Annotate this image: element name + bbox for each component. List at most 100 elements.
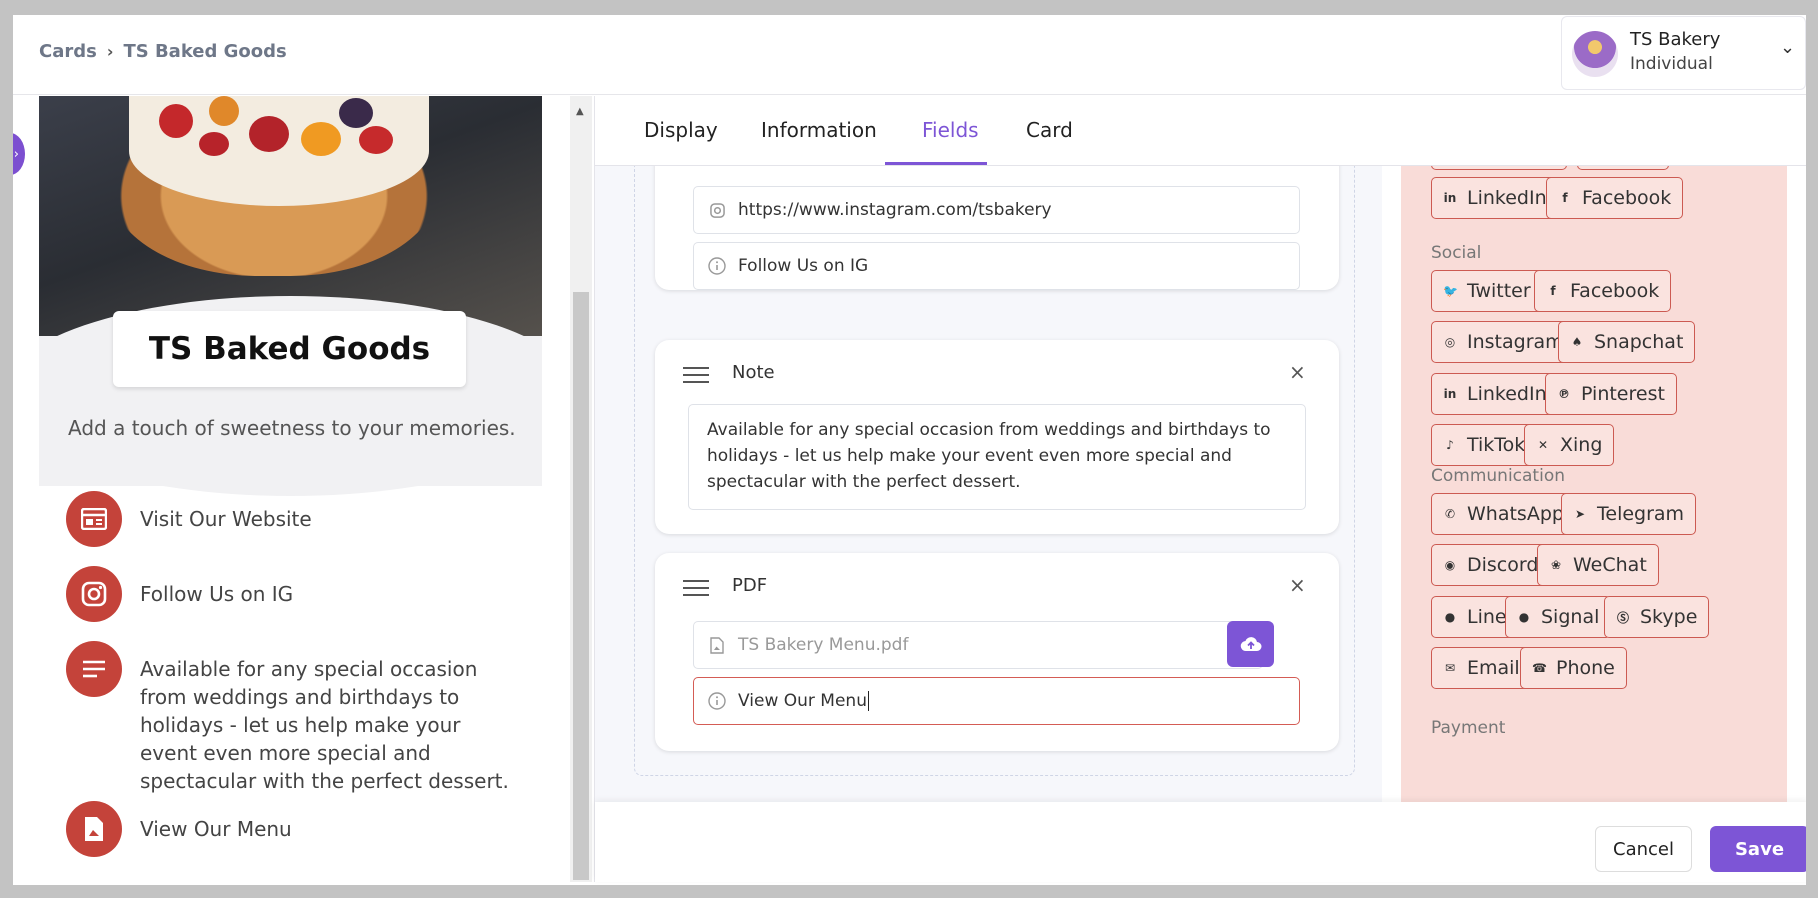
- editor-panel: Display Information Fields Card https://…: [594, 96, 1806, 882]
- chip-facebook[interactable]: f Facebook: [1546, 177, 1684, 219]
- chip-pinterest[interactable]: ℗ Pinterest: [1545, 373, 1677, 415]
- facebook-icon: f: [1550, 284, 1556, 298]
- card-preview: TS Baked Goods Add a touch of sweetness …: [39, 96, 542, 882]
- card-tagline: Add a touch of sweetness to your memorie…: [68, 416, 516, 440]
- instagram-label-value: Follow Us on IG: [738, 256, 869, 276]
- field-palette: in LinkedIn f Facebook Social 🐦 Twitter f Fa…: [1401, 166, 1787, 802]
- chip-whatsapp[interactable]: ✆ WhatsApp: [1431, 493, 1576, 535]
- breadcrumb-separator-icon: ›: [106, 42, 114, 61]
- linkedin-icon: in: [1443, 387, 1457, 401]
- email-icon: ✉: [1444, 661, 1456, 675]
- preview-scrollbar[interactable]: ▲: [570, 96, 592, 882]
- linkedin-icon: in: [1443, 191, 1457, 205]
- chip-instagram[interactable]: ◎ Instagram: [1431, 321, 1576, 363]
- instagram-url-field[interactable]: https://www.instagram.com/tsbakery: [693, 186, 1300, 234]
- close-icon[interactable]: ×: [1289, 573, 1306, 597]
- cloud-upload-icon: [1240, 637, 1261, 652]
- field-card-pdf: PDF × TS Bakery Menu.pdf View Our Menu: [655, 553, 1339, 751]
- cancel-button[interactable]: Cancel: [1595, 826, 1692, 872]
- fields-list: https://www.instagram.com/tsbakery Follo…: [595, 136, 1382, 802]
- chip-telegram[interactable]: ➤ Telegram: [1561, 493, 1697, 535]
- chip-skype[interactable]: Ⓢ Skype: [1604, 596, 1710, 638]
- chip-wechat[interactable]: ❀ WeChat: [1537, 544, 1659, 586]
- preview-link-instagram[interactable]: Follow Us on IG: [66, 566, 510, 622]
- scroll-up-icon[interactable]: ▲: [576, 106, 584, 117]
- info-icon: [708, 692, 726, 710]
- upload-button[interactable]: [1227, 621, 1274, 667]
- discord-icon: ◉: [1444, 558, 1456, 572]
- pdf-field-title: PDF: [732, 575, 768, 596]
- chevron-down-icon: ⌄: [1780, 37, 1796, 58]
- xing-icon: ✕: [1537, 438, 1549, 452]
- chip-discord[interactable]: ◉ Discord: [1431, 544, 1551, 586]
- tiktok-icon: ♪: [1446, 438, 1454, 452]
- skype-icon: Ⓢ: [1616, 610, 1629, 625]
- instagram-icon: ◎: [1444, 335, 1456, 349]
- chip-twitter[interactable]: 🐦 Twitter: [1431, 270, 1543, 312]
- pinterest-icon: ℗: [1558, 387, 1570, 401]
- wechat-icon: ❀: [1550, 558, 1562, 572]
- section-social: Social: [1431, 243, 1482, 263]
- file-icon: [708, 636, 726, 654]
- pdf-label-value: View Our Menu: [738, 691, 867, 711]
- instagram-url-value: https://www.instagram.com/tsbakery: [738, 200, 1052, 220]
- info-icon: [708, 257, 726, 275]
- chip-phone[interactable]: ☎ Phone: [1520, 647, 1627, 689]
- whatsapp-icon: ✆: [1444, 507, 1456, 521]
- chip-linkedin[interactable]: in LinkedIn: [1431, 373, 1559, 415]
- preview-link-label: Visit Our Website: [140, 507, 312, 531]
- account-type: Individual: [1630, 54, 1713, 74]
- chip-signal[interactable]: ● Signal: [1505, 596, 1612, 638]
- instagram-label-field[interactable]: Follow Us on IG: [693, 242, 1300, 290]
- phone-icon: ☎: [1532, 661, 1547, 675]
- snapchat-icon: ♠: [1571, 335, 1583, 349]
- account-switcher[interactable]: TS Bakery Individual ⌄: [1561, 16, 1806, 90]
- chip-snapchat[interactable]: ♠ Snapchat: [1558, 321, 1696, 363]
- section-payment: Payment: [1431, 718, 1506, 738]
- chip-email[interactable]: ✉ Email: [1431, 647, 1532, 689]
- pdf-icon: [66, 801, 122, 857]
- pdf-file-name: TS Bakery Menu.pdf: [738, 635, 909, 655]
- save-button[interactable]: Save: [1710, 826, 1806, 872]
- active-tab-indicator: [885, 162, 987, 165]
- drag-handle-icon[interactable]: [683, 367, 709, 385]
- tab-card[interactable]: Card: [1026, 118, 1073, 142]
- twitter-icon: 🐦: [1443, 284, 1458, 298]
- editor-footer: Cancel Save: [595, 802, 1806, 882]
- preview-link-note[interactable]: Available for any special occasion from …: [66, 641, 510, 795]
- editor-tabs: Display Information Fields Card: [595, 96, 1806, 166]
- chip-xing[interactable]: ✕ Xing: [1524, 424, 1615, 466]
- preview-link-label: Available for any special occasion from …: [140, 657, 509, 793]
- pdf-file-field[interactable]: TS Bakery Menu.pdf: [693, 621, 1263, 669]
- chip-linkedin[interactable]: in LinkedIn: [1431, 177, 1559, 219]
- instagram-icon: [708, 201, 726, 219]
- pdf-label-field[interactable]: View Our Menu: [693, 677, 1300, 725]
- note-textarea[interactable]: Available for any special occasion from …: [688, 404, 1306, 510]
- card-title: TS Baked Goods: [113, 311, 466, 387]
- close-icon[interactable]: ×: [1289, 360, 1306, 384]
- breadcrumb-cards[interactable]: Cards: [39, 41, 97, 62]
- avatar: [1572, 31, 1618, 77]
- field-card-note: Note × Available for any special occasio…: [655, 340, 1339, 534]
- preview-link-pdf[interactable]: View Our Menu: [66, 801, 510, 857]
- top-header: Cards › TS Baked Goods TS Bakery Individ…: [13, 15, 1806, 95]
- chip-tiktok[interactable]: ♪ TikTok: [1431, 424, 1538, 466]
- account-name: TS Bakery: [1630, 29, 1721, 50]
- instagram-icon: [66, 566, 122, 622]
- tab-display[interactable]: Display: [644, 118, 718, 142]
- signal-icon: ●: [1518, 610, 1530, 624]
- line-icon: ●: [1444, 610, 1456, 624]
- tab-fields[interactable]: Fields: [922, 118, 979, 142]
- tab-information[interactable]: Information: [761, 118, 877, 142]
- expand-toggle-icon[interactable]: ›: [13, 133, 25, 175]
- preview-link-website[interactable]: Visit Our Website: [66, 491, 510, 547]
- preview-link-label: View Our Menu: [140, 817, 292, 841]
- telegram-icon: ➤: [1574, 507, 1586, 521]
- chip-facebook[interactable]: f Facebook: [1534, 270, 1672, 312]
- scrollbar-thumb[interactable]: [573, 292, 589, 880]
- note-field-title: Note: [732, 362, 775, 383]
- app-window: Cards › TS Baked Goods TS Bakery Individ…: [13, 15, 1806, 885]
- drag-handle-icon[interactable]: [683, 580, 709, 598]
- website-icon: [66, 491, 122, 547]
- section-communication: Communication: [1431, 466, 1565, 486]
